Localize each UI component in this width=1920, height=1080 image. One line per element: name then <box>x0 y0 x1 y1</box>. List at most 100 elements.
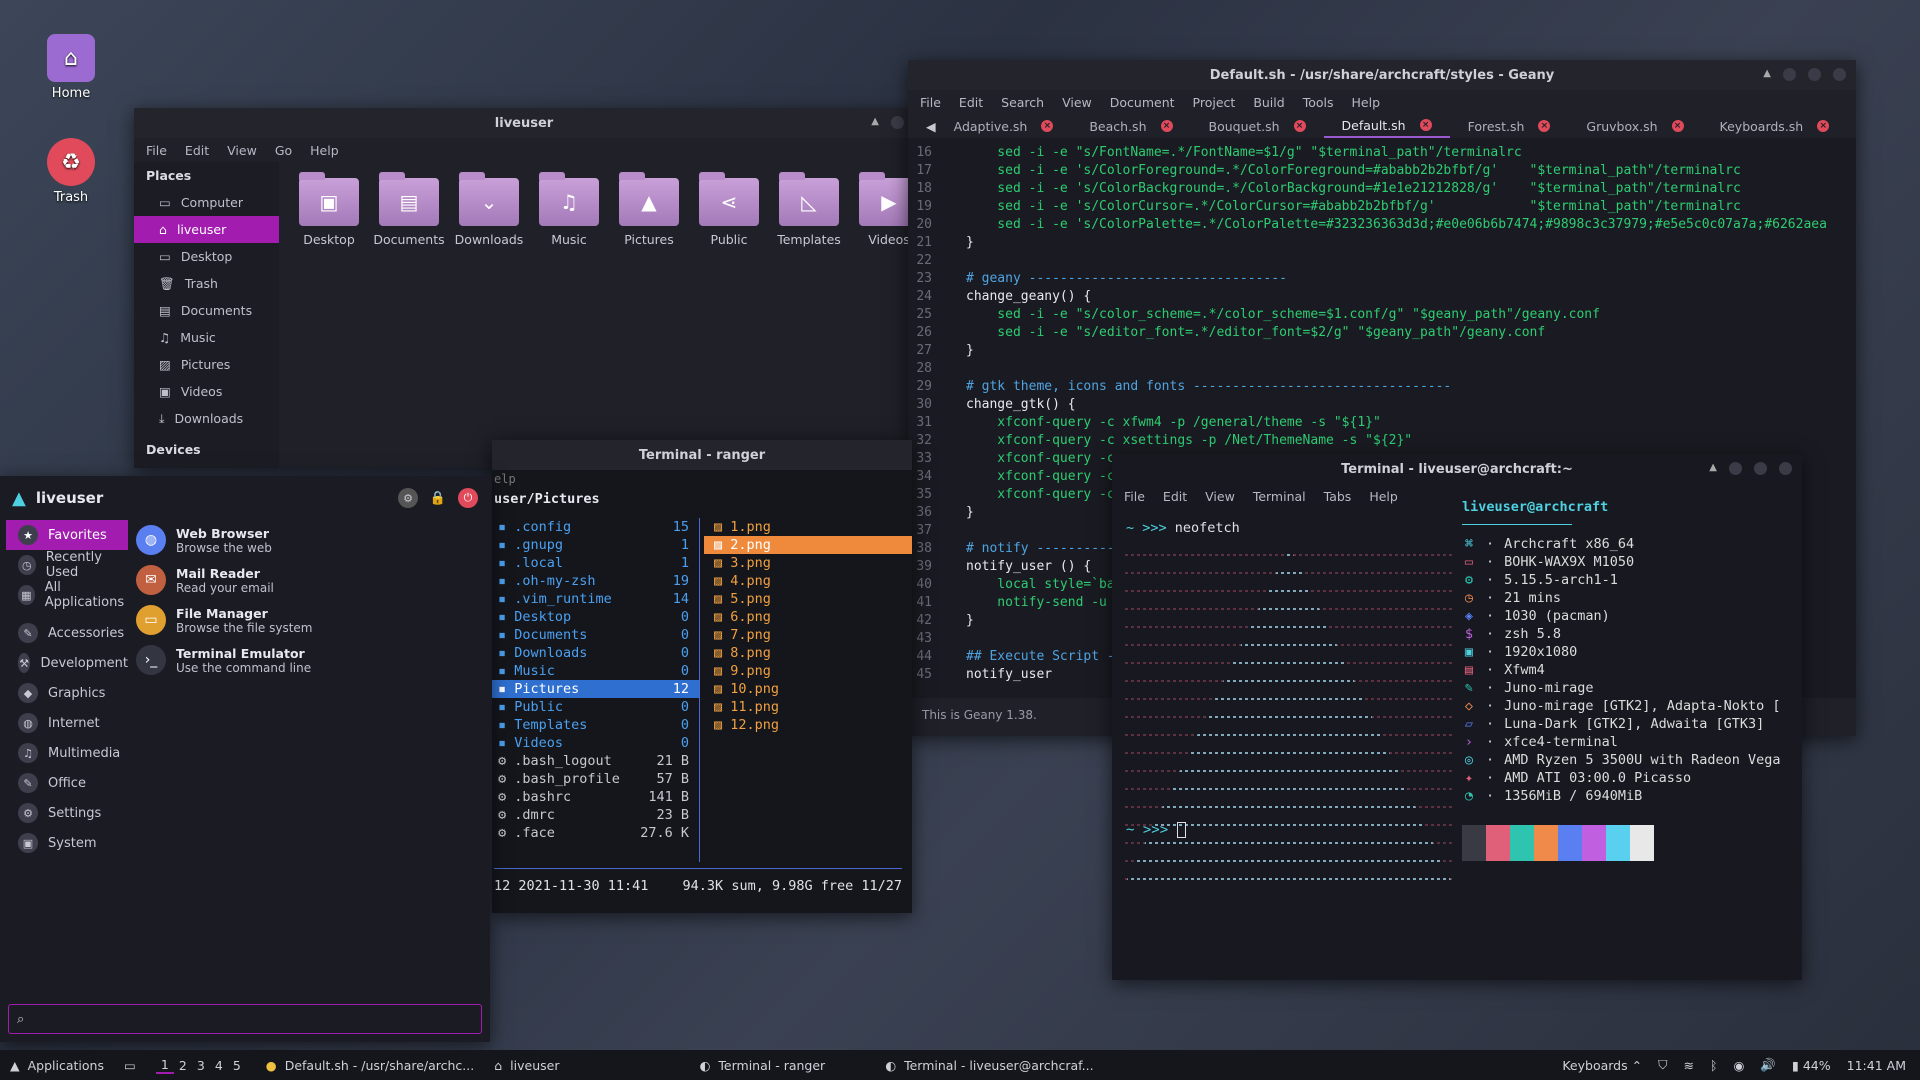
close-tab-icon[interactable]: × <box>1538 120 1551 132</box>
applications-button[interactable]: ▲ Applications <box>0 1050 114 1080</box>
editor-tab[interactable]: Beach.sh × <box>1071 114 1190 138</box>
wifi-icon[interactable]: ≋ <box>1683 1058 1693 1073</box>
desktop-home-icon[interactable]: ⌂ Home <box>26 34 116 101</box>
sidebar-item-videos[interactable]: ▣ Videos <box>134 378 279 405</box>
ranger-dir-row[interactable]: ▪ .vim_runtime 14 <box>492 590 699 608</box>
category-development[interactable]: ⚒ Development <box>6 648 128 678</box>
ranger-preview-row[interactable]: ▨ 7.png <box>704 626 912 644</box>
ranger-preview-row[interactable]: ▨ 5.png <box>704 590 912 608</box>
task-geany[interactable]: ● Default.sh - /usr/share/archc... <box>256 1050 484 1080</box>
ranger-dir-row[interactable]: ▪ .oh-my-zsh 19 <box>492 572 699 590</box>
shade-icon[interactable]: ▲ <box>1763 68 1771 81</box>
menu-file[interactable]: File <box>1124 489 1145 504</box>
menu-edit[interactable]: Edit <box>185 143 209 158</box>
workspace-5[interactable]: 5 <box>228 1058 246 1073</box>
editor-tab[interactable]: Gruvbox.sh × <box>1568 114 1701 138</box>
ranger-dir-row[interactable]: ▪ Music 0 <box>492 662 699 680</box>
menu-search[interactable]: Search <box>1001 95 1044 110</box>
editor-tab[interactable]: Default.sh × <box>1323 114 1450 138</box>
close-tab-icon[interactable]: × <box>1160 120 1173 132</box>
ranger-dir-row[interactable]: ▪ Templates 0 <box>492 716 699 734</box>
folder-documents[interactable]: ▤ Documents <box>369 172 449 247</box>
editor-tab[interactable]: Forest.sh × <box>1450 114 1569 138</box>
keyboard-layout[interactable]: Keyboards ⌃ <box>1562 1058 1642 1073</box>
close-button[interactable] <box>1833 68 1846 81</box>
ranger-file-row[interactable]: ⚙ .dmrc 23 B <box>492 806 699 824</box>
workspace-1[interactable]: 1 <box>155 1057 174 1074</box>
task-ranger[interactable]: ◐ Terminal - ranger <box>689 1050 835 1080</box>
folder-desktop[interactable]: ▣ Desktop <box>289 172 369 247</box>
ranger-dir-row[interactable]: ▪ .local 1 <box>492 554 699 572</box>
shield-icon[interactable]: ⛉ <box>1658 1057 1667 1073</box>
ranger-preview-row[interactable]: ▨ 4.png <box>704 572 912 590</box>
ranger-preview-row[interactable]: ▨ 6.png <box>704 608 912 626</box>
ranger-preview-row[interactable]: ▨ 10.png <box>704 680 912 698</box>
desktop-trash-icon[interactable]: ♻ Trash <box>26 138 116 205</box>
category-favorites[interactable]: ★ Favorites <box>6 520 128 550</box>
category-accessories[interactable]: ✎ Accessories <box>6 618 128 648</box>
file-manager-titlebar[interactable]: liveuser ▲ <box>134 108 914 138</box>
maximize-button[interactable] <box>1754 462 1767 475</box>
ranger-titlebar[interactable]: Terminal - ranger <box>492 440 912 470</box>
menu-view[interactable]: View <box>227 143 257 158</box>
category-recently-used[interactable]: ◷ Recently Used <box>6 550 128 580</box>
battery-indicator[interactable]: ▮ 44% <box>1792 1058 1831 1073</box>
notification-icon[interactable]: ◉ <box>1733 1058 1744 1073</box>
editor-tab[interactable]: Bouquet.sh × <box>1191 114 1324 138</box>
shade-icon[interactable]: ▲ <box>871 116 879 129</box>
sidebar-item-pictures[interactable]: ▨ Pictures <box>134 351 279 378</box>
terminal-prompt-line[interactable]: ~ >>> <box>1126 822 1186 838</box>
menu-file[interactable]: File <box>920 95 941 110</box>
menu-build[interactable]: Build <box>1253 95 1284 110</box>
menu-project[interactable]: Project <box>1193 95 1236 110</box>
ranger-preview-row[interactable]: ▨ 12.png <box>704 716 912 734</box>
close-tab-icon[interactable]: × <box>1419 119 1432 131</box>
category-all-applications[interactable]: ▦ All Applications <box>6 580 128 610</box>
menu-tabs[interactable]: Tabs <box>1324 489 1352 504</box>
ranger-dir-row[interactable]: ▪ Videos 0 <box>492 734 699 752</box>
menu-tools[interactable]: Tools <box>1303 95 1334 110</box>
ranger-file-row[interactable]: ⚙ .face 27.6 K <box>492 824 699 842</box>
category-system[interactable]: ▣ System <box>6 828 128 858</box>
menu-help[interactable]: Help <box>310 143 339 158</box>
terminal-titlebar[interactable]: Terminal - liveuser@archcraft:~ ▲ <box>1112 454 1802 484</box>
geany-titlebar[interactable]: Default.sh - /usr/share/archcraft/styles… <box>908 60 1856 90</box>
editor-tab[interactable]: Kiss.sh× <box>1847 114 1856 138</box>
menu-edit[interactable]: Edit <box>1163 489 1187 504</box>
close-tab-icon[interactable]: × <box>1293 120 1306 132</box>
sidebar-item-music[interactable]: ♫ Music <box>134 324 279 351</box>
minimize-button[interactable] <box>1783 68 1796 81</box>
category-multimedia[interactable]: ♫ Multimedia <box>6 738 128 768</box>
workspace-2[interactable]: 2 <box>174 1058 192 1073</box>
ranger-preview-row[interactable]: ▨ 9.png <box>704 662 912 680</box>
sidebar-item-documents[interactable]: ▤ Documents <box>134 297 279 324</box>
ranger-preview-row[interactable]: ▨ 11.png <box>704 698 912 716</box>
category-internet[interactable]: ◍ Internet <box>6 708 128 738</box>
favorite-terminal-emulator[interactable]: ›_ Terminal Emulator Use the command line <box>130 640 486 680</box>
shade-icon[interactable]: ▲ <box>1709 462 1717 475</box>
workspace-4[interactable]: 4 <box>210 1058 228 1073</box>
ranger-file-row[interactable]: ⚙ .bashrc 141 B <box>492 788 699 806</box>
menu-view[interactable]: View <box>1062 95 1092 110</box>
ranger-file-row[interactable]: ⚙ .bash_profile 57 B <box>492 770 699 788</box>
folder-templates[interactable]: ◺ Templates <box>769 172 849 247</box>
favorite-mail-reader[interactable]: ✉ Mail Reader Read your email <box>130 560 486 600</box>
favorite-web-browser[interactable]: ◍ Web Browser Browse the web <box>130 520 486 560</box>
favorite-file-manager[interactable]: ▭ File Manager Browse the file system <box>130 600 486 640</box>
power-icon[interactable]: ⏻ <box>458 488 478 508</box>
sidebar-item-liveuser[interactable]: ⌂ liveuser <box>134 216 279 243</box>
ranger-dir-row[interactable]: ▪ Public 0 <box>492 698 699 716</box>
menu-file[interactable]: File <box>146 143 167 158</box>
ranger-view[interactable]: elp user/Pictures ▪ .config 15 ▪ .gnupg 1 ▪ … <box>492 470 912 913</box>
editor-tab[interactable]: Keyboards.sh × <box>1702 114 1848 138</box>
ranger-dir-row[interactable]: ▪ Pictures 12 <box>492 680 699 698</box>
menu-help[interactable]: Help <box>1352 95 1381 110</box>
minimize-button[interactable] <box>1729 462 1742 475</box>
menu-view[interactable]: View <box>1205 489 1235 504</box>
folder-pictures[interactable]: ▲ Pictures <box>609 172 689 247</box>
file-manager-launcher[interactable]: ▭ <box>114 1050 146 1080</box>
menu-go[interactable]: Go <box>275 143 292 158</box>
ranger-preview-row[interactable]: ▨ 8.png <box>704 644 912 662</box>
settings-icon[interactable]: ⚙ <box>398 488 418 508</box>
task-file-manager[interactable]: ⌂ liveuser <box>484 1050 569 1080</box>
